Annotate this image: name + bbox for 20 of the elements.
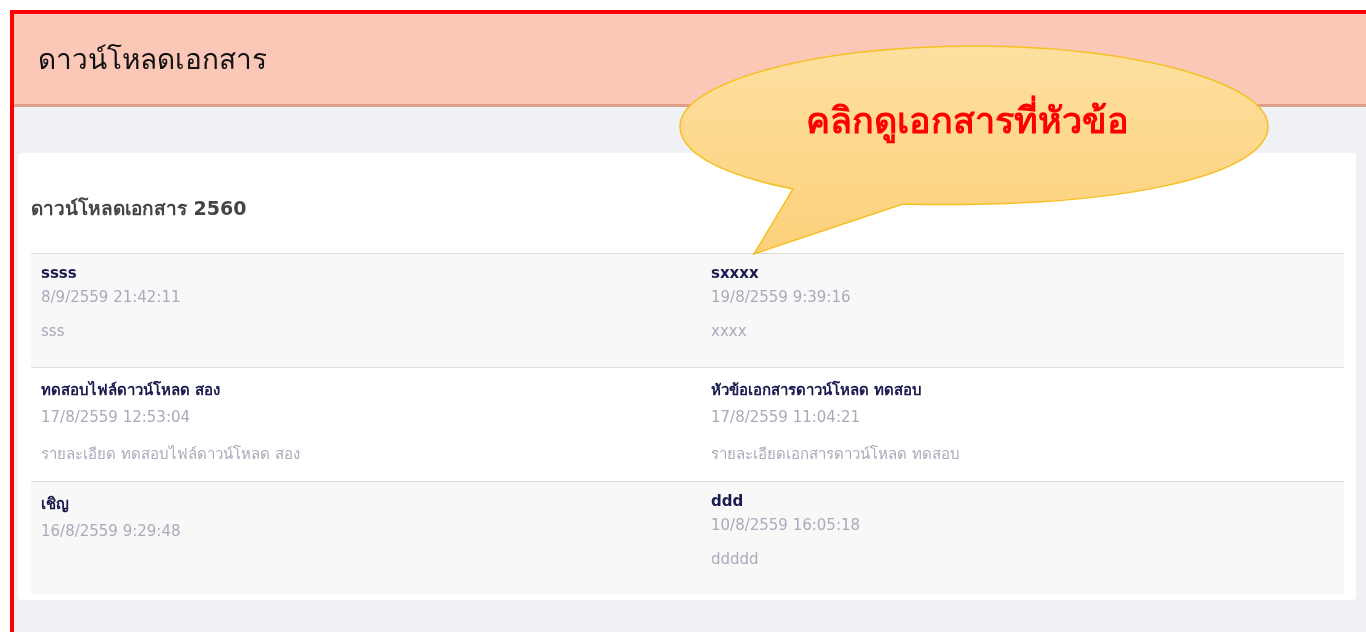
page-title: ดาวน์โหลดเอกสาร xyxy=(38,42,267,78)
document-date: 8/9/2559 21:42:11 xyxy=(41,288,181,306)
section-title: ดาวน์โหลดเอกสาร 2560 xyxy=(31,196,248,221)
document-detail: sss xyxy=(41,322,65,340)
document-title-link[interactable]: หัวข้อเอกสารดาวน์โหลด ทดสอบ xyxy=(711,378,923,402)
document-date: 16/8/2559 9:29:48 xyxy=(41,522,181,540)
document-detail: xxxx xyxy=(711,322,747,340)
document-title-link[interactable]: ssss xyxy=(41,264,77,282)
document-date: 19/8/2559 9:39:16 xyxy=(711,288,851,306)
document-title-link[interactable]: เชิญ xyxy=(41,492,69,516)
document-date: 17/8/2559 11:04:21 xyxy=(711,408,861,426)
document-date: 17/8/2559 12:53:04 xyxy=(41,408,191,426)
callout-text: คลิกดูเอกสารที่หัวข้อ xyxy=(806,92,1129,149)
document-title-link[interactable]: ทดสอบไฟล์ดาวน์โหลด สอง xyxy=(41,378,221,402)
document-detail: รายละเอียด ทดสอบไฟล์ดาวน์โหลด สอง xyxy=(41,444,300,465)
document-detail: รายละเอียดเอกสารดาวน์โหลด ทดสอบ xyxy=(711,444,960,465)
document-date: 10/8/2559 16:05:18 xyxy=(711,516,861,534)
document-detail: ddddd xyxy=(711,550,759,568)
document-title-link[interactable]: ddd xyxy=(711,492,744,510)
document-title-link[interactable]: sxxxx xyxy=(711,264,759,282)
